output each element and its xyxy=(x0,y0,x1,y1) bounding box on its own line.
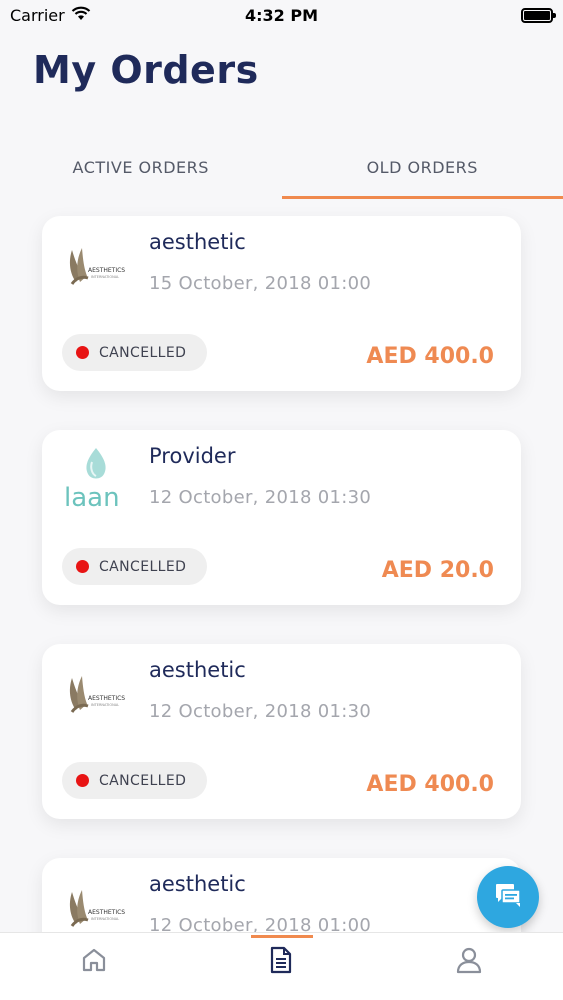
svg-text:INTERNATIONAL: INTERNATIONAL xyxy=(91,275,119,279)
order-tabs: ACTIVE ORDERS OLD ORDERS xyxy=(0,140,563,200)
order-title: aesthetic xyxy=(149,230,246,254)
order-title: Provider xyxy=(149,444,236,468)
page-title: My Orders xyxy=(33,48,259,92)
profile-icon xyxy=(455,946,483,978)
status-bar: Carrier 4:32 PM xyxy=(0,0,563,30)
status-dot-icon xyxy=(76,560,89,573)
chat-icon xyxy=(494,882,522,912)
tab-old-orders[interactable]: OLD ORDERS xyxy=(281,140,563,200)
svg-text:INTERNATIONAL: INTERNATIONAL xyxy=(91,703,119,707)
home-icon xyxy=(80,946,108,978)
provider-logo: AESTHETICS INTERNATIONAL xyxy=(62,658,130,724)
chat-button[interactable] xyxy=(477,866,539,928)
status-text: CANCELLED xyxy=(99,772,187,789)
nav-orders[interactable] xyxy=(188,933,376,1000)
bottom-nav xyxy=(0,932,563,1000)
svg-text:AESTHETICS: AESTHETICS xyxy=(88,909,125,916)
status-badge: CANCELLED xyxy=(62,334,207,371)
order-title: aesthetic xyxy=(149,658,246,682)
svg-text:INTERNATIONAL: INTERNATIONAL xyxy=(91,917,119,921)
order-price: AED 400.0 xyxy=(366,772,494,797)
provider-logo: AESTHETICS INTERNATIONAL xyxy=(62,872,130,938)
order-date: 15 October, 2018 01:00 xyxy=(149,273,372,294)
battery-icon xyxy=(521,7,556,23)
provider-logo: AESTHETICS INTERNATIONAL xyxy=(62,230,130,296)
svg-text:laan: laan xyxy=(64,483,120,510)
order-date: 12 October, 2018 01:30 xyxy=(149,701,372,722)
status-badge: CANCELLED xyxy=(62,762,207,799)
status-text: CANCELLED xyxy=(99,344,187,361)
status-badge: CANCELLED xyxy=(62,548,207,585)
order-card[interactable]: AESTHETICS INTERNATIONAL aesthetic 15 Oc… xyxy=(42,216,521,391)
svg-text:AESTHETICS: AESTHETICS xyxy=(88,695,125,702)
orders-icon xyxy=(268,945,294,979)
nav-profile[interactable] xyxy=(375,933,563,1000)
order-date: 12 October, 2018 01:30 xyxy=(149,487,372,508)
order-card[interactable]: laan Provider 12 October, 2018 01:30 CAN… xyxy=(42,430,521,605)
wifi-icon xyxy=(71,6,91,25)
carrier-label: Carrier xyxy=(10,5,65,25)
nav-home[interactable] xyxy=(0,933,188,1000)
order-price: AED 400.0 xyxy=(366,344,494,369)
tab-active-orders[interactable]: ACTIVE ORDERS xyxy=(0,140,282,200)
provider-logo: laan xyxy=(62,444,130,510)
status-dot-icon xyxy=(76,774,89,787)
status-dot-icon xyxy=(76,346,89,359)
order-title: aesthetic xyxy=(149,872,246,896)
status-text: CANCELLED xyxy=(99,558,187,575)
svg-text:AESTHETICS: AESTHETICS xyxy=(88,267,125,274)
order-card[interactable]: AESTHETICS INTERNATIONAL aesthetic 12 Oc… xyxy=(42,644,521,819)
order-price: AED 20.0 xyxy=(381,558,494,583)
